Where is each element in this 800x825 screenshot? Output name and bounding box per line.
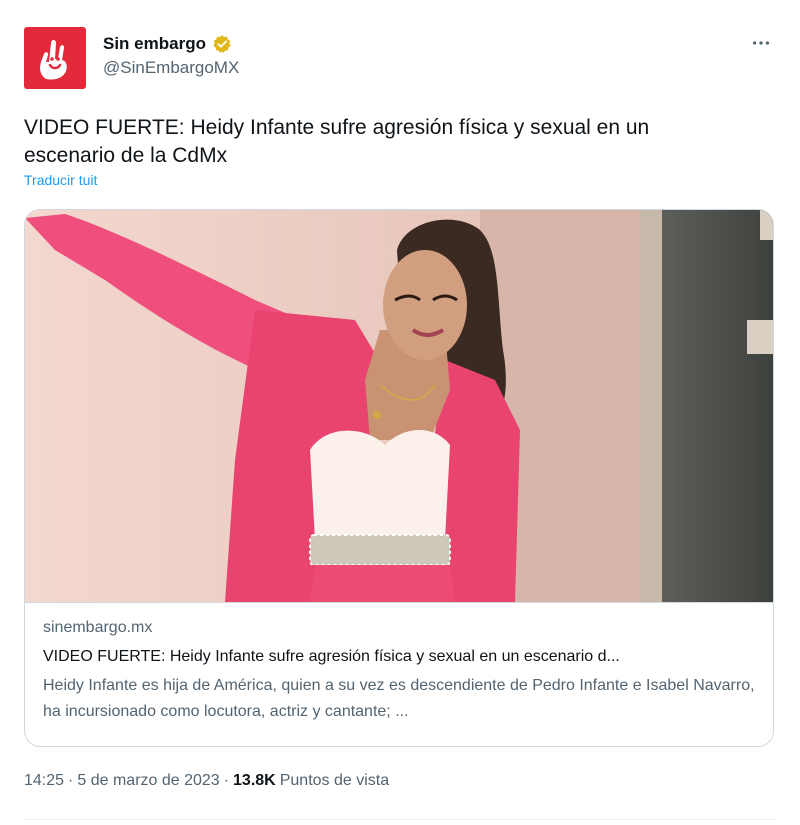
handle[interactable]: @SinEmbargoMX [103, 58, 239, 78]
verified-badge-icon[interactable] [212, 34, 232, 54]
card-image[interactable] [25, 210, 774, 602]
separator: · [68, 772, 74, 789]
avatar[interactable] [24, 27, 86, 89]
sinembargo-logo-icon [40, 40, 67, 80]
name-row: Sin embargo [103, 34, 239, 54]
views-label[interactable]: Puntos de vista [280, 772, 389, 790]
card-title: VIDEO FUERTE: Heidy Infante sufre agresi… [43, 648, 620, 665]
link-preview-card[interactable]: sinembargo.mx VIDEO FUERTE: Heidy Infant… [24, 209, 774, 747]
card-meta: sinembargo.mx VIDEO FUERTE: Heidy Infant… [25, 602, 773, 746]
card-domain: sinembargo.mx [43, 619, 153, 636]
views-count[interactable]: 13.8K [233, 772, 276, 790]
display-name[interactable]: Sin embargo [103, 34, 206, 54]
card-description: Heidy Infante es hija de América, quien … [43, 677, 755, 720]
tweet-time[interactable]: 14:25 [24, 772, 64, 790]
separator: · [223, 772, 230, 789]
tweet-date[interactable]: 5 de marzo de 2023 [77, 772, 219, 790]
author-info: Sin embargo @SinEmbargoMX [103, 34, 239, 78]
more-options-button[interactable] [748, 30, 774, 56]
tweet-footer: 14:25 · 5 de marzo de 2023 · 13.8K Punto… [24, 772, 389, 790]
more-horizontal-icon [752, 41, 770, 45]
tweet-text: VIDEO FUERTE: Heidy Infante sufre agresi… [24, 116, 650, 167]
tweet-container: Sin embargo @SinEmbargoMX VIDEO FUERTE: … [0, 0, 800, 825]
translate-tweet-link[interactable]: Traducir tuit [24, 172, 97, 188]
divider [24, 819, 776, 820]
